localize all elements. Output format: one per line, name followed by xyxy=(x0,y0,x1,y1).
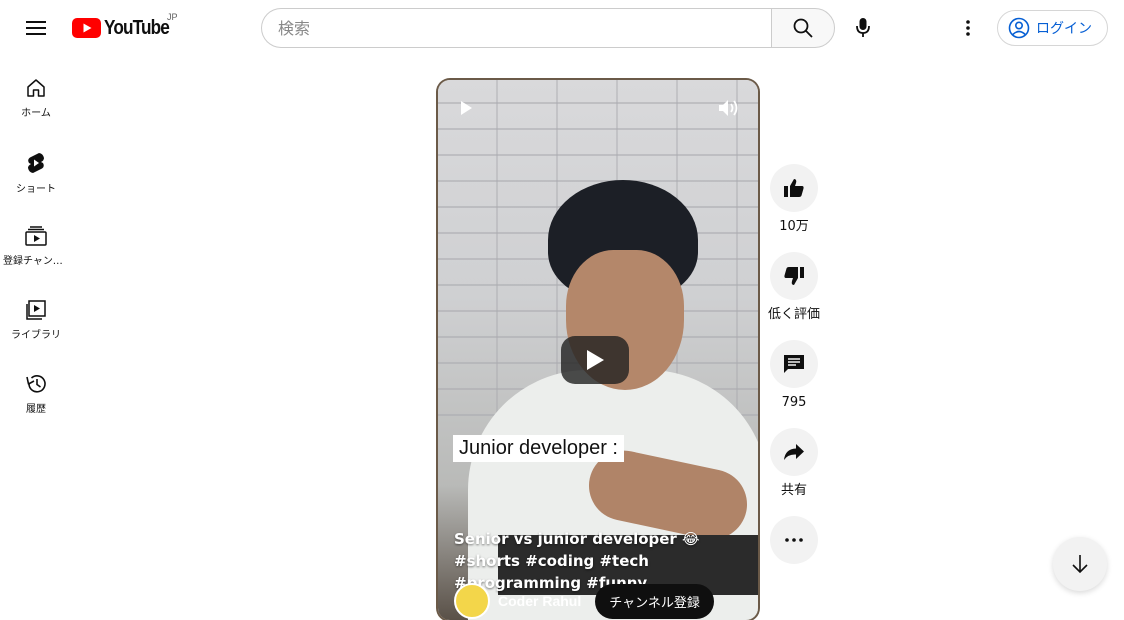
like-action: 10万 xyxy=(770,164,818,236)
dislike-label: 低く評価 xyxy=(767,307,820,322)
subscribe-button[interactable]: チャンネル登録 xyxy=(595,583,714,619)
region-code: JP xyxy=(167,12,178,22)
next-video-button[interactable] xyxy=(1053,537,1107,591)
search-button[interactable] xyxy=(771,8,835,48)
sidebar-item-history[interactable]: 履歴 xyxy=(0,352,72,426)
search-input[interactable] xyxy=(278,18,772,38)
shorts-icon xyxy=(28,153,44,173)
thumb-up-icon xyxy=(784,179,804,197)
shorts-actions: 10万 低く評価 795 共有 xyxy=(768,164,820,580)
channel-name[interactable]: Coder Rahul xyxy=(498,593,581,609)
more-actions-button[interactable] xyxy=(770,516,818,564)
sidebar-item-label: 登録チャンネル xyxy=(3,256,69,267)
sidebar-item-subscriptions[interactable]: 登録チャンネル xyxy=(0,204,72,278)
menu-button[interactable] xyxy=(16,8,56,48)
sidebar-item-shorts[interactable]: ショート xyxy=(0,130,72,204)
large-play-button[interactable] xyxy=(561,336,629,384)
library-icon xyxy=(26,300,46,320)
sidebar-item-label: ライブラリ xyxy=(11,330,61,341)
account-circle-icon xyxy=(1008,17,1030,39)
more-action xyxy=(770,516,818,564)
play-icon xyxy=(461,101,472,115)
sidebar-item-label: ホーム xyxy=(21,108,51,119)
more-horiz-icon xyxy=(785,538,803,542)
history-icon xyxy=(26,375,46,393)
comment-count: 795 xyxy=(781,395,807,410)
logo-text: YouTube xyxy=(104,16,170,39)
hamburger-menu-icon xyxy=(26,21,46,35)
share-action: 共有 xyxy=(770,428,818,500)
share-label: 共有 xyxy=(780,483,807,498)
volume-icon xyxy=(719,100,738,116)
share-icon xyxy=(784,444,804,460)
masthead: YouTube JP ログイン xyxy=(0,0,1124,56)
voice-search-button[interactable] xyxy=(843,8,883,48)
login-label: ログイン xyxy=(1036,21,1092,37)
search-icon xyxy=(793,18,813,38)
arrow-down-icon xyxy=(1072,555,1088,574)
comment-action: 795 xyxy=(770,340,818,412)
video-caption-overlay: Junior developer : xyxy=(453,435,624,462)
sidebar-item-label: 履歴 xyxy=(26,404,46,415)
youtube-play-logo-icon xyxy=(72,18,101,38)
dislike-action: 低く評価 xyxy=(768,252,820,324)
sidebar-item-home[interactable]: ホーム xyxy=(0,56,72,130)
comment-icon xyxy=(784,355,804,373)
thumb-down-icon xyxy=(784,267,804,285)
settings-more-button[interactable] xyxy=(948,8,988,48)
like-button[interactable] xyxy=(770,164,818,212)
mute-button[interactable] xyxy=(718,98,740,123)
mini-guide: ホーム ショート 登録チャンネル ライブラリ 履歴 xyxy=(0,56,72,426)
subscriptions-icon xyxy=(25,226,47,246)
channel-row: Coder Rahul チャンネル登録 xyxy=(454,583,754,619)
play-pause-button[interactable] xyxy=(458,100,474,121)
search-box[interactable] xyxy=(261,8,772,48)
comment-button[interactable] xyxy=(770,340,818,388)
play-icon xyxy=(587,350,604,370)
youtube-logo[interactable]: YouTube xyxy=(72,16,180,40)
microphone-icon xyxy=(856,18,870,37)
login-button[interactable]: ログイン xyxy=(997,10,1108,46)
sidebar-item-library[interactable]: ライブラリ xyxy=(0,278,72,352)
shorts-video-player[interactable]: Junior developer : Senior vs junior deve… xyxy=(438,80,758,620)
channel-avatar[interactable] xyxy=(454,583,490,619)
sidebar-item-label: ショート xyxy=(16,184,56,195)
dislike-button[interactable] xyxy=(770,252,818,300)
home-icon xyxy=(27,79,45,97)
share-button[interactable] xyxy=(770,428,818,476)
more-vert-icon xyxy=(966,20,970,36)
like-count: 10万 xyxy=(779,219,809,234)
